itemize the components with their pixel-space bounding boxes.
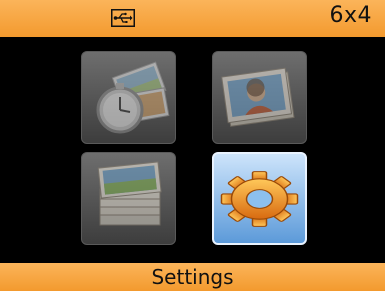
mode-title: Settings — [151, 265, 234, 289]
top-status-bar: 6x4 — [0, 0, 385, 37]
paper-size-indicator: 6x4 — [329, 3, 372, 28]
menu-item-slideshow[interactable] — [81, 51, 176, 144]
gear-icon — [220, 171, 299, 227]
photo-stack-icon — [97, 161, 162, 226]
mode-title-bar: Settings — [0, 263, 385, 291]
menu-item-settings[interactable] — [212, 152, 307, 245]
slideshow-clock-icon — [96, 61, 170, 134]
usb-icon — [111, 9, 135, 27]
menu-item-batch-print[interactable] — [81, 152, 176, 245]
menu-item-photo[interactable] — [212, 51, 307, 144]
photo-card-icon — [221, 67, 295, 127]
